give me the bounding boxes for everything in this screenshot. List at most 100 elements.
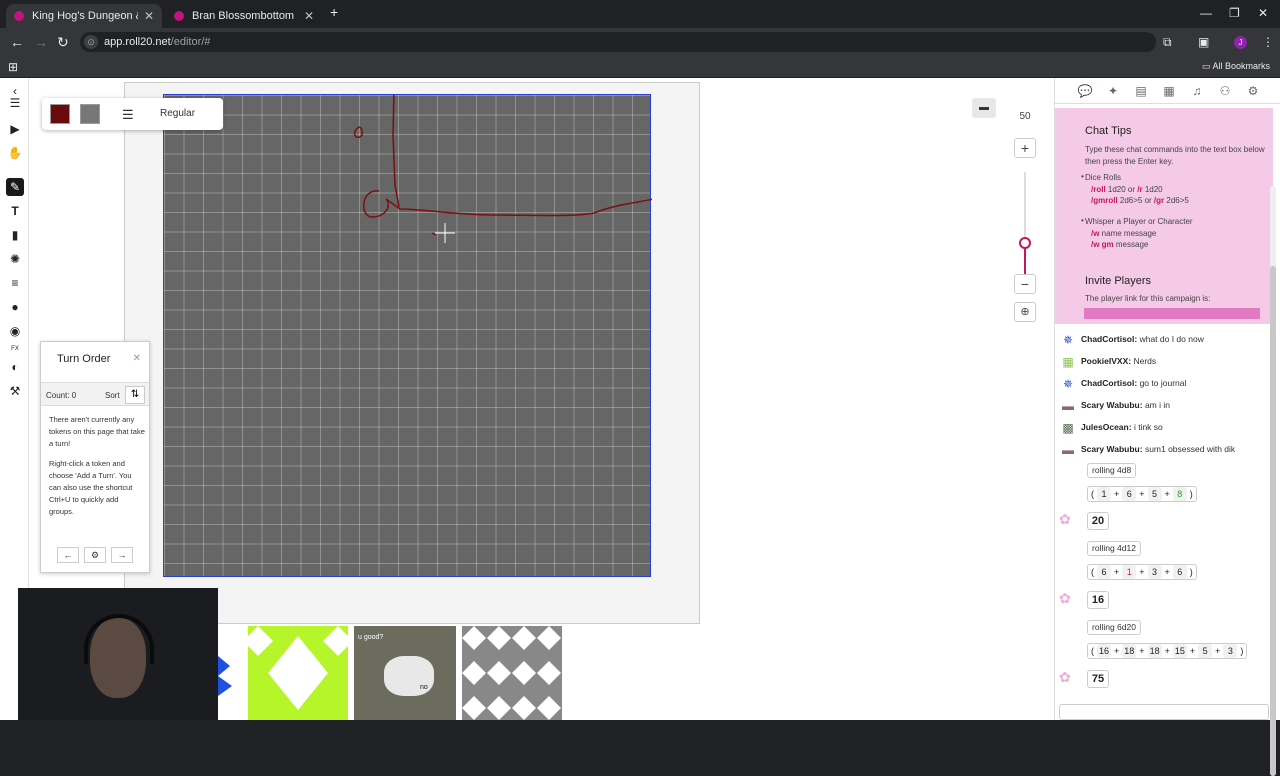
sidebar-scrollbar[interactable]	[1270, 186, 1276, 776]
bullet: •	[1081, 172, 1084, 181]
forward-icon[interactable]: →	[34, 34, 48, 50]
die: 6	[1172, 565, 1187, 579]
eye-icon[interactable]: ◉	[6, 322, 24, 340]
roll-label: rolling 4d12	[1087, 541, 1141, 556]
settings-gear-icon[interactable]: ⚙	[84, 547, 106, 563]
flower-avatar-icon: ✿	[1059, 669, 1071, 685]
chat-input[interactable]	[1059, 704, 1269, 720]
draw-brush-icon[interactable]: ✎	[6, 178, 24, 196]
layers-button[interactable]: ▬	[972, 98, 996, 118]
effects-icon[interactable]: ✺	[6, 250, 24, 268]
tab-title: King Hog's Dungeon & Dra	[32, 10, 138, 22]
journal-tab-icon[interactable]: ▤	[1133, 83, 1149, 99]
flower-avatar-icon: ✿	[1059, 511, 1071, 527]
whisper-label: Whisper a Player or Character	[1085, 217, 1193, 226]
next-turn-icon[interactable]: →	[111, 547, 133, 563]
address-bar[interactable]	[80, 32, 1156, 52]
text-tool-icon[interactable]: T	[6, 202, 24, 220]
compendium-tab-icon[interactable]: ▦	[1161, 83, 1177, 99]
zoom-slider-handle[interactable]	[1019, 236, 1031, 249]
pan-hand-icon[interactable]: ✋	[6, 144, 24, 162]
fx-icon[interactable]: FX	[6, 340, 24, 358]
jukebox-tab-icon[interactable]: ♫	[1189, 83, 1205, 99]
secondary-color-swatch[interactable]	[80, 104, 100, 124]
primary-color-swatch[interactable]	[50, 104, 70, 124]
extensions-icon[interactable]: ⧉	[1163, 34, 1172, 50]
die: 15	[1172, 644, 1187, 658]
roll-label: rolling 6d20	[1087, 620, 1141, 635]
reload-icon[interactable]: ↻	[57, 34, 69, 50]
sidebar-tabs: 💬 ✦ ▤ ▦ ♫ ⚇ ⚙	[1055, 78, 1280, 104]
empty-message: There aren't currently any tokens on thi…	[49, 415, 145, 448]
art-library-tab-icon[interactable]: ✦	[1105, 83, 1121, 99]
die: 16	[1097, 644, 1112, 658]
avatar: ▬	[1062, 443, 1074, 457]
close-icon[interactable]: ✕	[133, 353, 141, 364]
chat-tips-box: Chat Tips Type these chat commands into …	[1055, 108, 1273, 324]
roll-total: 20	[1087, 512, 1109, 530]
pin-icon[interactable]: ●	[6, 298, 24, 316]
collections-tab-icon[interactable]: ⚇	[1217, 83, 1233, 99]
select-tool-icon[interactable]: ▶	[6, 120, 24, 138]
zoom-in-button[interactable]: +	[1014, 138, 1036, 158]
thumb-white-diamonds[interactable]	[462, 626, 562, 720]
whisper-example: /w name message	[1091, 229, 1157, 238]
menu-icon[interactable]: ☰	[6, 94, 24, 112]
browser-tab-2[interactable]: Bran Blossombottom | Roll20 C ✕	[166, 4, 322, 28]
die: 5	[1198, 644, 1213, 658]
side-panel-icon[interactable]: ▣	[1198, 34, 1209, 50]
tab-title: Bran Blossombottom | Roll20 C	[192, 10, 298, 22]
apps-grid-icon[interactable]: ⊞	[8, 60, 18, 74]
invite-link-field[interactable]	[1084, 308, 1260, 319]
sort-icon[interactable]: ⇅	[125, 386, 145, 404]
close-window-icon[interactable]: ✕	[1258, 6, 1268, 20]
recenter-icon[interactable]: ⊕	[1014, 302, 1036, 322]
map-canvas[interactable]	[163, 94, 652, 577]
turn-order-header: Count: 0 Sort ⇅	[41, 382, 149, 406]
profile-avatar-icon[interactable]: J	[1234, 36, 1247, 49]
new-tab-button[interactable]: +	[330, 4, 338, 20]
url-host: app.roll20.net	[104, 36, 171, 48]
menu-kebab-icon[interactable]: ⋮	[1262, 34, 1274, 50]
webcam-overlay	[18, 588, 218, 720]
notes-icon[interactable]: ▮	[6, 226, 24, 244]
roll20-editor: ‹ ☰ ▶ ✋ ✎ T ▮ ✺ ≡ ● ◉ FX ◐ ⚒ ☰ Regular ▬…	[0, 78, 1280, 776]
chat-tab-icon[interactable]: 💬	[1077, 83, 1093, 99]
roll20-favicon-icon	[174, 11, 184, 21]
chat-tips-text: Type these chat commands into the text b…	[1085, 145, 1265, 166]
restore-icon[interactable]: ❐	[1229, 6, 1240, 20]
url-text[interactable]: app.roll20.net/editor/#	[104, 36, 210, 48]
settings-tab-icon[interactable]: ⚙	[1245, 83, 1261, 99]
stroke-width-icon[interactable]: ☰	[122, 107, 134, 123]
chat-message: ChadCortisol: go to journal	[1081, 378, 1187, 388]
all-bookmarks-button[interactable]: ▭ All Bookmarks	[1202, 61, 1270, 72]
right-sidebar: 💬 ✦ ▤ ▦ ♫ ⚇ ⚙ Chat Tips Type these chat …	[1054, 78, 1280, 720]
die: 3	[1147, 565, 1162, 579]
zoom-out-button[interactable]: −	[1014, 274, 1036, 294]
close-tab-icon[interactable]: ✕	[304, 9, 314, 23]
wand-icon[interactable]: ⚒	[6, 382, 24, 400]
thumb-blue-pattern[interactable]	[218, 626, 244, 720]
thumb-cat-meme[interactable]: u good? no	[354, 626, 456, 720]
thumb-green-pattern[interactable]	[243, 626, 353, 720]
bullet: •	[1081, 216, 1084, 225]
invite-players-title: Invite Players	[1085, 275, 1152, 287]
minimize-icon[interactable]: —	[1200, 6, 1212, 20]
chat-tips-title: Chat Tips	[1085, 125, 1132, 137]
stroke-style-label[interactable]: Regular	[160, 108, 195, 119]
list-icon[interactable]: ≡	[6, 274, 24, 292]
close-tab-icon[interactable]: ✕	[144, 9, 154, 23]
browser-tab-1[interactable]: King Hog's Dungeon & Dra ✕	[6, 4, 162, 28]
zoom-control: 50 + − ⊕	[1010, 106, 1040, 326]
fog-icon[interactable]: ◐	[6, 358, 24, 376]
site-info-icon[interactable]: ⊙	[84, 35, 98, 49]
die: 18	[1122, 644, 1137, 658]
scrollbar-thumb[interactable]	[1270, 266, 1276, 776]
drawing-options-bar: ☰ Regular	[42, 98, 223, 130]
meme-top-text: u good?	[358, 634, 384, 641]
back-icon[interactable]: ←	[10, 34, 24, 50]
die: 3	[1223, 644, 1238, 658]
turn-order-title: Turn Order	[57, 353, 111, 365]
previous-turn-icon[interactable]: ←	[57, 547, 79, 563]
flower-avatar-icon: ✿	[1059, 590, 1071, 606]
